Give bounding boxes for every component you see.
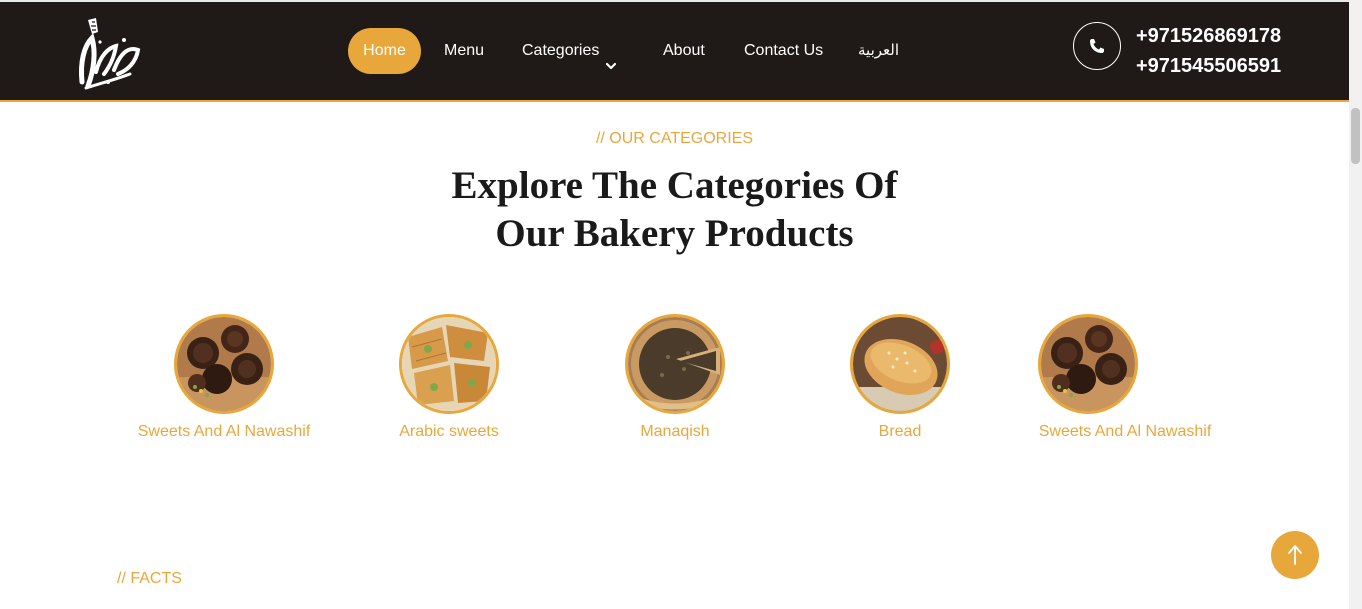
nav-categories[interactable]: Categories <box>522 28 617 74</box>
phone-number-1[interactable]: +971526869178 <box>1136 25 1281 48</box>
categories-heading: Explore The Categories Of Our Bakery Pro… <box>0 162 1349 258</box>
facts-eyebrow: // FACTS <box>117 570 182 587</box>
category-label[interactable]: Arabic sweets <box>399 423 499 441</box>
back-to-top-button[interactable] <box>1271 531 1319 579</box>
category-card[interactable]: Manaqish <box>625 314 725 441</box>
category-card[interactable]: Arabic sweets <box>399 314 499 441</box>
categories-eyebrow: // OUR CATEGORIES <box>595 130 754 147</box>
nav-categories-label: Categories <box>522 42 600 59</box>
category-image-bread[interactable] <box>850 314 950 414</box>
categories-heading-line-1: Explore The Categories Of <box>451 164 898 207</box>
page-scrollbar[interactable] <box>1349 0 1362 609</box>
categories-heading-line-2: Our Bakery Products <box>495 212 854 255</box>
category-card[interactable]: Sweets And Al Nawashif <box>137 314 311 441</box>
phone-number-2[interactable]: +971545506591 <box>1136 55 1281 78</box>
category-image-chocolate-sweets[interactable] <box>174 314 274 414</box>
category-label[interactable]: Sweets And Al Nawashif <box>1038 423 1212 441</box>
nav-language-arabic[interactable]: العربية <box>858 28 899 74</box>
phone-icon[interactable] <box>1073 22 1121 70</box>
nav-menu[interactable]: Menu <box>444 28 484 74</box>
category-label[interactable]: Sweets And Al Nawashif <box>137 423 311 441</box>
nav-contact-us[interactable]: Contact Us <box>744 28 823 74</box>
site-logo[interactable] <box>70 12 146 92</box>
site-header: Home Menu Categories About Contact Us ال… <box>0 2 1349 102</box>
arrow-up-icon <box>1288 545 1302 565</box>
category-card[interactable]: Bread <box>850 314 950 441</box>
category-label[interactable]: Bread <box>850 423 950 441</box>
nav-about[interactable]: About <box>663 28 705 74</box>
scrollbar-thumb[interactable] <box>1351 108 1360 164</box>
chevron-down-icon <box>605 45 617 69</box>
nav-home[interactable]: Home <box>348 28 421 74</box>
category-image-manaqish[interactable] <box>625 314 725 414</box>
category-label[interactable]: Manaqish <box>625 423 725 441</box>
category-card[interactable]: Sweets And Al Nawashif <box>1038 314 1212 441</box>
category-image-baklava[interactable] <box>399 314 499 414</box>
category-image-chocolate-sweets[interactable] <box>1038 314 1138 414</box>
